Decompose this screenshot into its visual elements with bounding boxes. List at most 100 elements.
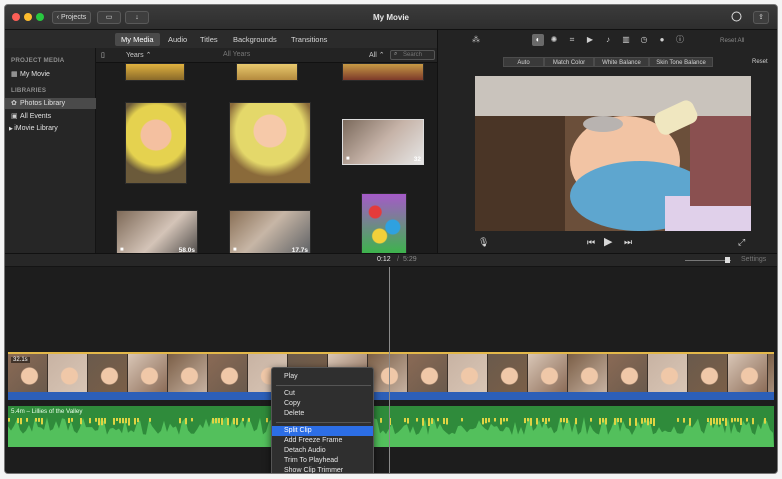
- libraries-header: LIBRARIES: [11, 87, 47, 94]
- menu-item-detach-audio[interactable]: Detach Audio: [272, 446, 373, 456]
- events-icon: ▣: [11, 113, 18, 120]
- clip-frame-thumbnail: [48, 354, 88, 392]
- clip-frame-thumbnail: [768, 354, 774, 392]
- play-icon[interactable]: ▶: [604, 235, 612, 248]
- menu-item-trim-to-playhead[interactable]: Trim To Playhead: [272, 456, 373, 466]
- info-icon[interactable]: ⓘ: [674, 34, 686, 46]
- clip-duration: 32: [413, 156, 421, 163]
- reset-button[interactable]: Reset: [752, 59, 768, 65]
- clip-filter-select[interactable]: All ⌃: [369, 51, 385, 59]
- media-thumbnail[interactable]: [125, 102, 187, 184]
- color-palette-icon[interactable]: ✺: [548, 34, 560, 46]
- sidebar-item-my-movie[interactable]: ▦ My Movie: [11, 69, 50, 80]
- tab-audio[interactable]: Audio: [162, 33, 193, 46]
- fullscreen-icon[interactable]: ⤢: [738, 237, 745, 248]
- noise-reduction-icon[interactable]: ▥: [620, 34, 632, 46]
- menu-item-add-freeze-frame[interactable]: Add Freeze Frame: [272, 436, 373, 446]
- match-color-button[interactable]: Match Color: [544, 57, 594, 67]
- clip-frame-thumbnail: [608, 354, 648, 392]
- tab-transitions[interactable]: Transitions: [285, 33, 333, 46]
- audio-waveform: [8, 417, 774, 447]
- clip-frame-thumbnail: [648, 354, 688, 392]
- menu-item-show-clip-trimmer[interactable]: Show Clip Trimmer: [272, 466, 373, 473]
- imovie-window: ‹ Projects ▭ ↓ My Movie ⇪ My Media Audio…: [4, 4, 778, 474]
- clip-frame-thumbnail: [128, 354, 168, 392]
- media-browser: ▯ Years ⌃ All Years All ⌃ ⌕ Search ■ 32 …: [96, 48, 437, 256]
- menu-item-delete[interactable]: Delete: [272, 409, 373, 419]
- sidebar-item-label: Photos Library: [20, 100, 66, 107]
- tab-backgrounds[interactable]: Backgrounds: [227, 33, 283, 46]
- media-thumbnail[interactable]: [229, 102, 311, 184]
- media-thumbnail-selected[interactable]: ■ 32: [342, 119, 424, 165]
- clapperboard-icon: ▦: [11, 71, 18, 78]
- sidebar-item-imovie-library[interactable]: ▶ iMovie Library: [9, 123, 58, 134]
- reset-all-button[interactable]: Reset All: [720, 37, 744, 44]
- browser-filter-bar: ▯ Years ⌃ All Years All ⌃ ⌕ Search: [96, 48, 437, 63]
- timeline-settings-button[interactable]: Settings: [741, 256, 766, 263]
- video-camera-icon: ■: [346, 156, 350, 162]
- share-icon: ⇪: [758, 14, 764, 21]
- clip-frame-thumbnail: [728, 354, 768, 392]
- clip-frame-thumbnail: [168, 354, 208, 392]
- clip-filter-label: All: [369, 52, 377, 59]
- video-preview: [475, 76, 751, 231]
- skip-forward-icon[interactable]: ⏭: [624, 237, 632, 248]
- timeline-header: 0:12 / 5:29 Settings: [5, 253, 777, 267]
- zoom-slider-thumb[interactable]: [725, 257, 730, 263]
- clip-duration-badge: 32.1s: [11, 357, 30, 363]
- speed-icon[interactable]: ◷: [638, 34, 650, 46]
- clip-frame-thumbnail: [488, 354, 528, 392]
- menu-item-play[interactable]: Play: [272, 372, 373, 382]
- sidebar-item-label: My Movie: [20, 71, 50, 78]
- clip-context-menu: Play Cut Copy Delete Split Clip Add Free…: [271, 367, 374, 473]
- photos-flower-icon: ✿: [11, 100, 17, 107]
- media-thumbnail[interactable]: [342, 63, 424, 81]
- media-thumbnail[interactable]: ■ 58.0s: [116, 210, 198, 256]
- filter-icon[interactable]: ●: [656, 34, 668, 46]
- sidebar-toggle-icon[interactable]: ▯: [101, 51, 105, 59]
- sidebar-item-all-events[interactable]: ▣ All Events: [11, 111, 51, 122]
- viewer-panel: ⁂ ◐ ✺ ⌗ ▶ ♪ ▥ ◷ ● ⓘ Reset All Auto Match…: [437, 30, 777, 253]
- title-bar: ‹ Projects ▭ ↓ My Movie ⇪: [5, 5, 777, 30]
- media-thumbnail[interactable]: ■ 17.7s: [229, 210, 311, 256]
- window-title: My Movie: [372, 13, 409, 22]
- auto-button[interactable]: Auto: [503, 57, 544, 67]
- clip-frame-thumbnail: [568, 354, 608, 392]
- tab-titles[interactable]: Titles: [194, 33, 224, 46]
- microphone-icon[interactable]: 🎙︎: [478, 237, 489, 248]
- enhance-button[interactable]: [729, 11, 744, 24]
- stabilization-camera-icon[interactable]: ▶: [584, 34, 596, 46]
- share-button[interactable]: ⇪: [753, 11, 769, 24]
- clip-audio-waveform: [8, 392, 774, 400]
- sidebar-item-label: iMovie Library: [14, 125, 58, 132]
- white-balance-button[interactable]: White Balance: [594, 57, 649, 67]
- years-filter[interactable]: Years ⌃: [126, 51, 151, 59]
- tab-my-media[interactable]: My Media: [115, 33, 160, 46]
- zoom-slider[interactable]: [685, 257, 731, 263]
- media-thumbnail[interactable]: [236, 63, 298, 81]
- magic-wand-icon[interactable]: ⁂: [470, 34, 482, 46]
- volume-icon[interactable]: ♪: [602, 34, 614, 46]
- clip-frame-thumbnail: [88, 354, 128, 392]
- background-music-track[interactable]: 5.4m – Lillies of the Valley: [8, 406, 774, 447]
- media-thumbnail[interactable]: [361, 193, 407, 255]
- circle-icon: [731, 11, 742, 22]
- menu-separator: [276, 422, 371, 423]
- clip-frame-thumbnail: [448, 354, 488, 392]
- media-thumbnail[interactable]: [125, 63, 185, 81]
- search-field[interactable]: ⌕ Search: [390, 50, 435, 60]
- sidebar-item-label: All Events: [20, 113, 52, 120]
- skip-back-icon[interactable]: ⏮: [587, 237, 595, 248]
- menu-item-cut[interactable]: Cut: [272, 389, 373, 399]
- media-tabs-bar: My Media Audio Titles Backgrounds Transi…: [5, 30, 466, 48]
- crop-icon[interactable]: ⌗: [566, 34, 578, 46]
- clip-frame-thumbnail: [208, 354, 248, 392]
- video-frame-image: [475, 76, 751, 231]
- color-balance-icon[interactable]: ◐: [532, 34, 544, 46]
- video-clip[interactable]: 32.1s: [8, 352, 774, 392]
- sidebar-item-photos-library[interactable]: ✿ Photos Library: [5, 98, 96, 109]
- skin-tone-balance-button[interactable]: Skin Tone Balance: [649, 57, 713, 67]
- playhead[interactable]: [389, 267, 390, 473]
- menu-item-split-clip[interactable]: Split Clip: [272, 426, 373, 436]
- menu-item-copy[interactable]: Copy: [272, 399, 373, 409]
